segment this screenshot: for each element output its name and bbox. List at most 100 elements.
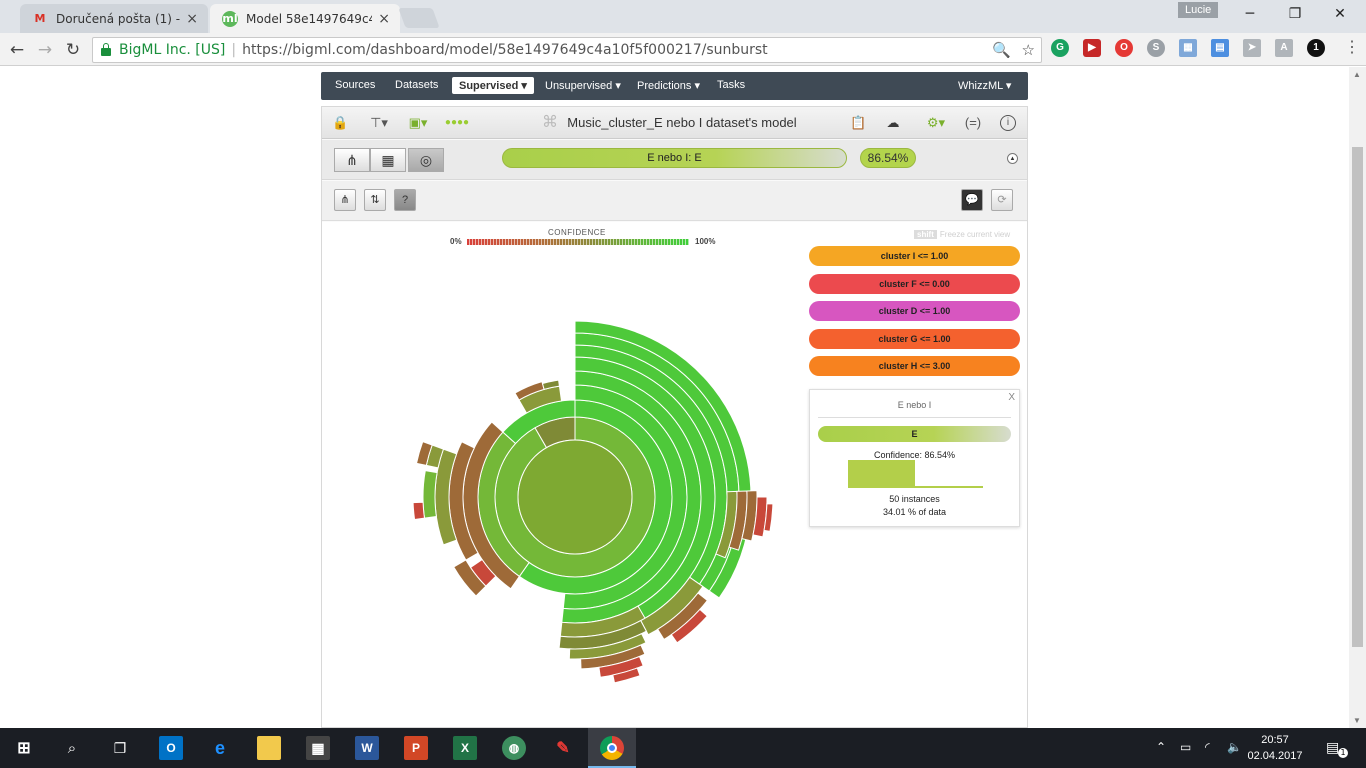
sunburst-view-button[interactable]: ◎ xyxy=(408,148,444,172)
back-button[interactable]: ← xyxy=(6,39,28,61)
nav-supervised[interactable]: Supervised ▾ xyxy=(452,77,534,94)
search-icon[interactable]: ⌕ xyxy=(60,736,84,760)
docs-extension-icon[interactable]: ▤ xyxy=(1211,39,1229,57)
show-hidden-icons-icon[interactable]: ⌃ xyxy=(1156,740,1166,754)
rule-cluster-d[interactable]: cluster D <= 1.00 xyxy=(809,301,1020,321)
edge-icon[interactable]: e xyxy=(208,736,232,760)
paint-app-icon[interactable]: ✎ xyxy=(551,736,575,760)
sunburst-chart[interactable] xyxy=(322,222,792,722)
prediction-path-bar: E nebo I: E xyxy=(502,148,847,168)
info-confidence: Confidence: 86.54% xyxy=(873,450,956,460)
calculator-icon[interactable]: ▦ xyxy=(306,736,330,760)
nav-unsupervised[interactable]: Unsupervised ▾ xyxy=(545,79,621,92)
scrollbar-thumb[interactable] xyxy=(1352,147,1363,647)
node-options-button[interactable]: ⋔ xyxy=(334,189,356,211)
sunburst-canvas: CONFIDENCE 0% 100% shift Freeze current v… xyxy=(322,222,1027,727)
sunburst-root[interactable] xyxy=(517,439,633,555)
pdf-extension-icon[interactable]: A xyxy=(1275,39,1293,57)
notification-extension-icon[interactable]: 1 xyxy=(1307,39,1325,57)
lock-icon: 🔒 xyxy=(332,115,349,130)
chrome-icon[interactable] xyxy=(600,736,624,760)
bookmark-star-icon[interactable]: ☆ xyxy=(1022,41,1035,59)
app-nav-bar: Sources Datasets Supervised ▾ Unsupervis… xyxy=(321,72,1028,100)
close-tab-icon[interactable]: × xyxy=(378,11,390,27)
restore-button[interactable]: ❐ xyxy=(1273,4,1317,24)
rule-cluster-g[interactable]: cluster G <= 1.00 xyxy=(809,329,1020,349)
grammarly-extension-icon[interactable]: G xyxy=(1051,39,1069,57)
formula-menu-icon[interactable]: (=) xyxy=(960,115,986,131)
address-bar[interactable]: BigML Inc. [US] | https://bigml.com/dash… xyxy=(92,37,1042,63)
tree-menu-icon[interactable]: ⊤▾ xyxy=(366,115,392,131)
cloud-download-icon[interactable]: ☁ xyxy=(885,115,901,131)
clipboard-icon[interactable]: 📋 xyxy=(850,115,866,131)
chrome-menu-icon[interactable]: ⋮ xyxy=(1344,38,1360,58)
video-extension-icon[interactable]: ▶ xyxy=(1083,39,1101,57)
info-title: E nebo I xyxy=(897,400,932,410)
freeze-view-hint: Freeze current view xyxy=(939,230,1011,239)
nav-tasks[interactable]: Tasks xyxy=(717,79,745,91)
sunburst-segment[interactable] xyxy=(422,470,438,519)
opera-extension-icon[interactable]: O xyxy=(1115,39,1133,57)
refresh-icon[interactable]: ⟳ xyxy=(991,189,1013,211)
minimize-button[interactable]: ─ xyxy=(1228,4,1272,24)
rule-cluster-f[interactable]: cluster F <= 0.00 xyxy=(809,274,1020,294)
clock-date: 02.04.2017 xyxy=(1247,750,1303,762)
scroll-up-icon[interactable]: ▲ xyxy=(1353,70,1361,79)
model-title: Music_cluster_E nebo I dataset's model xyxy=(567,115,797,130)
notification-count-badge: 1 xyxy=(1338,748,1348,758)
table-view-button[interactable]: ▦ xyxy=(370,148,406,172)
nav-predictions[interactable]: Predictions ▾ xyxy=(637,79,700,92)
gmail-icon: M xyxy=(34,12,46,25)
profile-button[interactable]: Lucie xyxy=(1178,2,1219,18)
file-explorer-icon[interactable] xyxy=(257,736,281,760)
actions-menu-icon[interactable]: ⚙▾ xyxy=(923,115,949,131)
close-tab-icon[interactable]: × xyxy=(186,11,198,27)
collapse-icon[interactable]: ▲ xyxy=(1007,153,1018,164)
rule-cluster-h[interactable]: cluster H <= 3.00 xyxy=(809,356,1020,376)
sunburst-segment[interactable] xyxy=(412,501,426,521)
send-extension-icon[interactable]: ➤ xyxy=(1243,39,1261,57)
info-divider xyxy=(818,417,1011,418)
wifi-icon[interactable]: ◜ xyxy=(1205,740,1210,754)
page-scrollbar[interactable]: ▲ ▼ xyxy=(1349,67,1366,728)
close-window-button[interactable]: ✕ xyxy=(1318,4,1362,24)
tab-gmail[interactable]: M Doručená pošta (1) - luci × xyxy=(20,4,208,33)
nav-datasets[interactable]: Datasets xyxy=(395,79,438,91)
powerpoint-icon[interactable]: P xyxy=(404,736,428,760)
confidence-badge: 86.54% xyxy=(860,148,916,168)
site-identity[interactable]: BigML Inc. [US] xyxy=(119,42,225,58)
globe-app-icon[interactable]: ◍ xyxy=(502,736,526,760)
tab-bigml-model[interactable]: ml Model 58e1497649c4a10 × xyxy=(210,4,400,33)
bigml-icon: ml xyxy=(222,10,238,27)
nav-sources[interactable]: Sources xyxy=(335,79,375,91)
excel-icon[interactable]: X xyxy=(453,736,477,760)
nav-whizzml[interactable]: WhizzML ▾ xyxy=(958,79,1011,92)
word-icon[interactable]: W xyxy=(355,736,379,760)
tree-view-button[interactable]: ⋔ xyxy=(334,148,370,172)
export-rules-button[interactable]: ⇅ xyxy=(364,189,386,211)
puzzle-extension-icon[interactable]: ▦ xyxy=(1179,39,1197,57)
task-view-icon[interactable]: ❐ xyxy=(108,736,132,760)
battery-icon[interactable]: ▭ xyxy=(1180,740,1191,754)
comment-icon[interactable]: 💬 xyxy=(961,189,983,211)
outlook-icon[interactable]: O xyxy=(159,736,183,760)
zoom-icon[interactable]: 🔍 xyxy=(992,41,1011,59)
shift-key-badge: shift xyxy=(914,230,937,239)
help-button[interactable]: ? xyxy=(394,189,416,211)
scroll-down-icon[interactable]: ▼ xyxy=(1353,716,1361,725)
browser-titlebar: M Doručená pošta (1) - luci × ml Model 5… xyxy=(0,0,1366,33)
info-percent: 34.01 % of data xyxy=(882,507,947,517)
windows-taskbar: ⊞ ⌕ ❐ O e ▦ W P X ◍ ✎ ⌃ ▭ ◜ 🔈 20:57 02.0… xyxy=(0,728,1366,768)
info-icon[interactable]: i xyxy=(1000,115,1016,131)
forward-button[interactable]: → xyxy=(34,39,56,61)
tab-label: Model 58e1497649c4a10 xyxy=(246,11,372,26)
lock-icon xyxy=(101,43,111,56)
windows-start-icon[interactable]: ⊞ xyxy=(12,736,36,760)
info-instances: 50 instances xyxy=(889,494,940,504)
skype-extension-icon[interactable]: S xyxy=(1147,39,1165,57)
reload-button[interactable]: ↻ xyxy=(62,39,84,61)
new-tab-button[interactable] xyxy=(398,8,440,28)
rule-cluster-i[interactable]: cluster I <= 1.00 xyxy=(809,246,1020,266)
model-config-icon[interactable]: ▣▾ xyxy=(405,115,431,131)
url-text[interactable]: https://bigml.com/dashboard/model/58e149… xyxy=(242,42,768,58)
